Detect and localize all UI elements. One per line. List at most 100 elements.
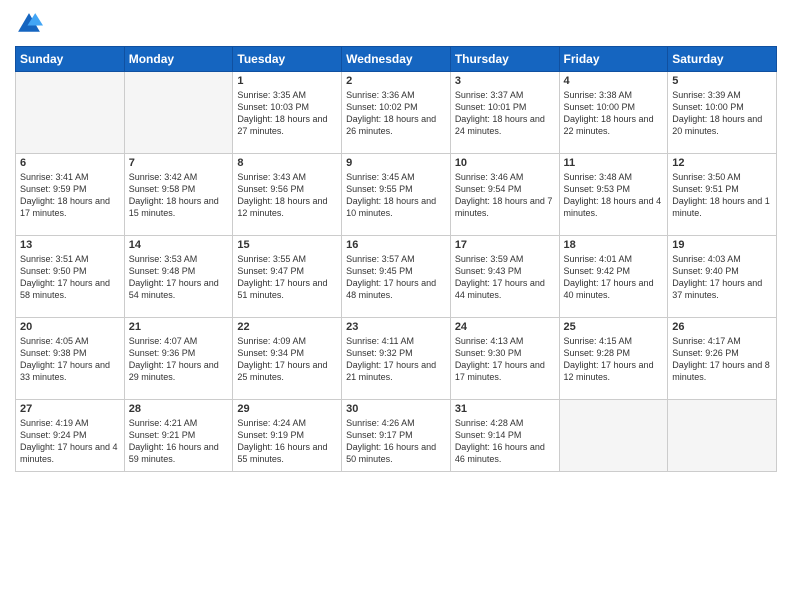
calendar-header-wednesday: Wednesday bbox=[342, 47, 451, 72]
day-number: 7 bbox=[129, 157, 229, 169]
day-number: 10 bbox=[455, 157, 555, 169]
calendar-day-cell bbox=[668, 400, 777, 472]
logo bbox=[15, 10, 47, 38]
calendar-day-cell: 28 Sunrise: 4:21 AMSunset: 9:21 PMDayligh… bbox=[124, 400, 233, 472]
day-number: 12 bbox=[672, 157, 772, 169]
calendar-day-cell: 20 Sunrise: 4:05 AMSunset: 9:38 PMDayligh… bbox=[16, 318, 125, 400]
day-number: 5 bbox=[672, 75, 772, 87]
calendar-header-row: SundayMondayTuesdayWednesdayThursdayFrid… bbox=[16, 47, 777, 72]
day-number: 11 bbox=[564, 157, 664, 169]
day-info: Sunrise: 4:17 AMSunset: 9:26 PMDaylight:… bbox=[672, 335, 772, 384]
calendar-day-cell bbox=[124, 72, 233, 154]
calendar-week-row: 27Sunrise: 4:19 AMSunset: 9:24 PMDayligh… bbox=[16, 400, 777, 472]
calendar-day-cell: 2Sunrise: 3:36 AMSunset: 10:02 PMDayligh… bbox=[342, 72, 451, 154]
day-info: Sunrise: 4:28 AMSunset: 9:14 PMDaylight:… bbox=[455, 417, 555, 466]
day-info: Sunrise: 4:03 AMSunset: 9:40 PMDaylight:… bbox=[672, 253, 772, 302]
day-info: Sunrise: 3:42 AMSunset: 9:58 PMDaylight:… bbox=[129, 171, 229, 220]
day-number: 14 bbox=[129, 239, 229, 251]
day-info: Sunrise: 4:11 AMSunset: 9:32 PMDaylight:… bbox=[346, 335, 446, 384]
calendar-day-cell: 6 Sunrise: 3:41 AMSunset: 9:59 PMDaylight… bbox=[16, 154, 125, 236]
day-info: Sunrise: 3:51 AMSunset: 9:50 PMDaylight:… bbox=[20, 253, 120, 302]
day-info: Sunrise: 3:35 AMSunset: 10:03 PMDaylight… bbox=[237, 89, 337, 138]
day-number: 23 bbox=[346, 321, 446, 333]
calendar-header-monday: Monday bbox=[124, 47, 233, 72]
calendar-header-sunday: Sunday bbox=[16, 47, 125, 72]
day-number: 29 bbox=[237, 403, 337, 415]
day-number: 27 bbox=[20, 403, 120, 415]
day-info: Sunrise: 4:01 AMSunset: 9:42 PMDaylight:… bbox=[564, 253, 664, 302]
calendar-day-cell: 14Sunrise: 3:53 AMSunset: 9:48 PMDayligh… bbox=[124, 236, 233, 318]
day-number: 4 bbox=[564, 75, 664, 87]
calendar-header-saturday: Saturday bbox=[668, 47, 777, 72]
day-info: Sunrise: 3:38 AMSunset: 10:00 PMDaylight… bbox=[564, 89, 664, 138]
calendar-day-cell: 24 Sunrise: 4:13 AMSunset: 9:30 PMDayligh… bbox=[450, 318, 559, 400]
calendar-week-row: 6 Sunrise: 3:41 AMSunset: 9:59 PMDaylight… bbox=[16, 154, 777, 236]
calendar: SundayMondayTuesdayWednesdayThursdayFrid… bbox=[15, 46, 777, 472]
calendar-day-cell: 30 Sunrise: 4:26 AMSunset: 9:17 PMDayligh… bbox=[342, 400, 451, 472]
calendar-week-row: 20 Sunrise: 4:05 AMSunset: 9:38 PMDayligh… bbox=[16, 318, 777, 400]
day-info: Sunrise: 3:48 AMSunset: 9:53 PMDaylight:… bbox=[564, 171, 664, 220]
day-number: 6 bbox=[20, 157, 120, 169]
calendar-day-cell: 10 Sunrise: 3:46 AMSunset: 9:54 PMDayligh… bbox=[450, 154, 559, 236]
calendar-day-cell: 17 Sunrise: 3:59 AMSunset: 9:43 PMDayligh… bbox=[450, 236, 559, 318]
calendar-week-row: 1 Sunrise: 3:35 AMSunset: 10:03 PMDayligh… bbox=[16, 72, 777, 154]
day-info: Sunrise: 3:43 AMSunset: 9:56 PMDaylight:… bbox=[237, 171, 337, 220]
calendar-day-cell: 4 Sunrise: 3:38 AMSunset: 10:00 PMDayligh… bbox=[559, 72, 668, 154]
day-info: Sunrise: 4:13 AMSunset: 9:30 PMDaylight:… bbox=[455, 335, 555, 384]
calendar-day-cell: 22 Sunrise: 4:09 AMSunset: 9:34 PMDayligh… bbox=[233, 318, 342, 400]
calendar-day-cell: 3Sunrise: 3:37 AMSunset: 10:01 PMDayligh… bbox=[450, 72, 559, 154]
day-info: Sunrise: 3:57 AMSunset: 9:45 PMDaylight:… bbox=[346, 253, 446, 302]
day-number: 2 bbox=[346, 75, 446, 87]
day-info: Sunrise: 3:59 AMSunset: 9:43 PMDaylight:… bbox=[455, 253, 555, 302]
calendar-day-cell: 29 Sunrise: 4:24 AMSunset: 9:19 PMDayligh… bbox=[233, 400, 342, 472]
day-number: 17 bbox=[455, 239, 555, 251]
day-info: Sunrise: 4:05 AMSunset: 9:38 PMDaylight:… bbox=[20, 335, 120, 384]
calendar-day-cell: 13 Sunrise: 3:51 AMSunset: 9:50 PMDayligh… bbox=[16, 236, 125, 318]
day-info: Sunrise: 4:09 AMSunset: 9:34 PMDaylight:… bbox=[237, 335, 337, 384]
day-info: Sunrise: 4:07 AMSunset: 9:36 PMDaylight:… bbox=[129, 335, 229, 384]
calendar-day-cell: 18 Sunrise: 4:01 AMSunset: 9:42 PMDayligh… bbox=[559, 236, 668, 318]
calendar-day-cell: 5 Sunrise: 3:39 AMSunset: 10:00 PMDayligh… bbox=[668, 72, 777, 154]
day-number: 8 bbox=[237, 157, 337, 169]
day-info: Sunrise: 4:24 AMSunset: 9:19 PMDaylight:… bbox=[237, 417, 337, 466]
day-number: 28 bbox=[129, 403, 229, 415]
calendar-day-cell: 1 Sunrise: 3:35 AMSunset: 10:03 PMDayligh… bbox=[233, 72, 342, 154]
day-number: 19 bbox=[672, 239, 772, 251]
day-number: 9 bbox=[346, 157, 446, 169]
day-number: 15 bbox=[237, 239, 337, 251]
day-info: Sunrise: 3:55 AMSunset: 9:47 PMDaylight:… bbox=[237, 253, 337, 302]
day-info: Sunrise: 3:41 AMSunset: 9:59 PMDaylight:… bbox=[20, 171, 120, 220]
calendar-day-cell: 8 Sunrise: 3:43 AMSunset: 9:56 PMDaylight… bbox=[233, 154, 342, 236]
calendar-day-cell: 23 Sunrise: 4:11 AMSunset: 9:32 PMDayligh… bbox=[342, 318, 451, 400]
day-number: 21 bbox=[129, 321, 229, 333]
day-number: 18 bbox=[564, 239, 664, 251]
day-number: 13 bbox=[20, 239, 120, 251]
calendar-day-cell: 27Sunrise: 4:19 AMSunset: 9:24 PMDayligh… bbox=[16, 400, 125, 472]
calendar-day-cell bbox=[16, 72, 125, 154]
header bbox=[15, 10, 777, 38]
calendar-day-cell: 31Sunrise: 4:28 AMSunset: 9:14 PMDayligh… bbox=[450, 400, 559, 472]
day-number: 16 bbox=[346, 239, 446, 251]
calendar-day-cell: 25 Sunrise: 4:15 AMSunset: 9:28 PMDayligh… bbox=[559, 318, 668, 400]
day-info: Sunrise: 3:39 AMSunset: 10:00 PMDaylight… bbox=[672, 89, 772, 138]
calendar-header-tuesday: Tuesday bbox=[233, 47, 342, 72]
day-info: Sunrise: 3:46 AMSunset: 9:54 PMDaylight:… bbox=[455, 171, 555, 220]
day-number: 30 bbox=[346, 403, 446, 415]
day-info: Sunrise: 3:45 AMSunset: 9:55 PMDaylight:… bbox=[346, 171, 446, 220]
day-info: Sunrise: 4:21 AMSunset: 9:21 PMDaylight:… bbox=[129, 417, 229, 466]
day-number: 22 bbox=[237, 321, 337, 333]
day-number: 1 bbox=[237, 75, 337, 87]
calendar-day-cell: 12 Sunrise: 3:50 AMSunset: 9:51 PMDayligh… bbox=[668, 154, 777, 236]
calendar-week-row: 13 Sunrise: 3:51 AMSunset: 9:50 PMDayligh… bbox=[16, 236, 777, 318]
day-number: 25 bbox=[564, 321, 664, 333]
day-number: 24 bbox=[455, 321, 555, 333]
calendar-day-cell: 11 Sunrise: 3:48 AMSunset: 9:53 PMDayligh… bbox=[559, 154, 668, 236]
calendar-day-cell: 15 Sunrise: 3:55 AMSunset: 9:47 PMDayligh… bbox=[233, 236, 342, 318]
calendar-day-cell: 16 Sunrise: 3:57 AMSunset: 9:45 PMDayligh… bbox=[342, 236, 451, 318]
page: SundayMondayTuesdayWednesdayThursdayFrid… bbox=[0, 0, 792, 612]
day-info: Sunrise: 4:26 AMSunset: 9:17 PMDaylight:… bbox=[346, 417, 446, 466]
day-number: 26 bbox=[672, 321, 772, 333]
day-info: Sunrise: 3:50 AMSunset: 9:51 PMDaylight:… bbox=[672, 171, 772, 220]
day-number: 20 bbox=[20, 321, 120, 333]
day-info: Sunrise: 4:15 AMSunset: 9:28 PMDaylight:… bbox=[564, 335, 664, 384]
